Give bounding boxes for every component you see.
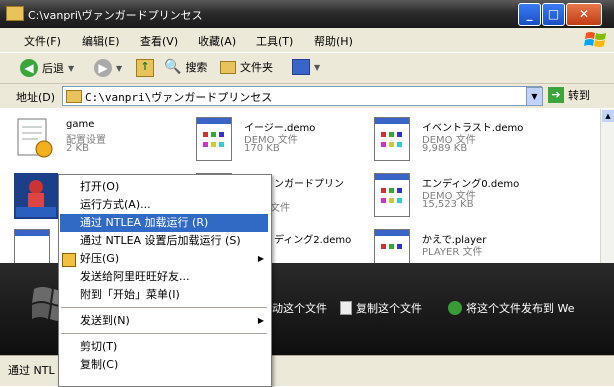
folder-icon	[66, 90, 82, 103]
menu-help[interactable]: 帮助(H)	[314, 33, 353, 49]
go-button[interactable]: ➔ 转到	[548, 87, 590, 103]
file-type: 文件	[270, 203, 290, 214]
game-exe-icon	[14, 173, 58, 219]
menu-tools[interactable]: 工具(T)	[256, 33, 293, 49]
menu-edit[interactable]: 编辑(E)	[82, 33, 120, 49]
address-value: C:\vanpri\ヴァンガードプリンセス	[85, 91, 273, 104]
close-button[interactable]: ✕	[566, 3, 602, 26]
minimize-button[interactable]: _	[518, 3, 541, 26]
menu-item-label: 剪切(T)	[80, 340, 118, 353]
file-name: ディング2.demo	[274, 235, 352, 246]
window-title: C:\vanpri\ヴァンガードプリンセス	[28, 9, 203, 22]
menu-item-copy[interactable]: 复制(C)	[60, 356, 268, 374]
back-label: 后退	[42, 62, 64, 75]
menu-item-label: 通过 NTLEA 加载运行 (R)	[80, 216, 209, 229]
task-copy-file[interactable]: 复制这个文件	[340, 300, 422, 316]
go-label: 转到	[568, 89, 590, 102]
menu-item-label: 通过 NTLEA 设置后加载运行 (S)	[80, 234, 241, 247]
copy-icon	[340, 301, 352, 315]
chevron-down-icon: ▼	[314, 62, 321, 72]
file-size: 9,989 KB	[422, 143, 468, 154]
demo-file-icon	[196, 117, 232, 161]
menu-item-send-to[interactable]: 发送到(N) ▶	[60, 312, 268, 330]
menu-item-ntlea-settings[interactable]: 通过 NTLEA 设置后加载运行 (S)	[60, 232, 268, 250]
menu-item-send-aliwangwang[interactable]: 发送给阿里旺旺好友...	[60, 268, 268, 286]
menu-item-label: 发送到(N)	[80, 314, 130, 327]
back-button[interactable]: ◀ 后退 ▼	[20, 59, 74, 77]
scroll-up-icon[interactable]: ▲	[602, 110, 614, 122]
go-arrow-icon: ➔	[548, 87, 564, 103]
address-dropdown-button[interactable]: ▼	[526, 87, 543, 106]
task-copy-label: 复制这个文件	[356, 302, 422, 315]
search-label: 搜索	[185, 61, 208, 74]
menu-item-label: 发送给阿里旺旺好友...	[80, 270, 190, 283]
globe-icon	[448, 301, 462, 315]
menu-separator	[61, 307, 267, 308]
file-name: ンガードプリン	[274, 179, 344, 190]
windows-logo-icon	[584, 32, 606, 47]
menu-item-label: 打开(O)	[80, 180, 120, 193]
file-type: PLAYER 文件	[422, 247, 483, 258]
forward-button[interactable]: ▶ ▼	[94, 59, 122, 77]
views-icon	[292, 59, 310, 75]
menu-file[interactable]: 文件(F)	[24, 33, 61, 49]
menu-view[interactable]: 查看(V)	[140, 33, 178, 49]
task-publish-file[interactable]: 将这个文件发布到 We	[448, 300, 575, 316]
task-move-file[interactable]: 动这个文件	[272, 300, 327, 316]
haozip-icon	[62, 253, 76, 267]
search-button[interactable]: 🔍 搜索	[164, 59, 207, 75]
submenu-arrow-icon: ▶	[257, 316, 264, 325]
folder-icon	[220, 60, 236, 74]
up-folder-button[interactable]: ↑	[136, 59, 154, 77]
address-label: 地址(D)	[16, 91, 56, 104]
file-size: 170 KB	[244, 143, 280, 154]
submenu-arrow-icon: ▶	[257, 254, 264, 263]
menu-separator	[61, 333, 267, 334]
demo-file-icon	[374, 117, 410, 161]
menu-item-label: 运行方式(A)...	[80, 198, 151, 211]
task-move-label: 动这个文件	[272, 302, 327, 315]
demo-file-icon	[374, 173, 410, 217]
title-bar: C:\vanpri\ヴァンガードプリンセス _ □ ✕	[0, 0, 614, 28]
maximize-button[interactable]: □	[542, 3, 565, 26]
address-bar: 地址(D) C:\vanpri\ヴァンガードプリンセス ▼ ➔ 转到	[0, 84, 614, 108]
menu-item-haozip[interactable]: 好压(G) ▶	[60, 250, 268, 268]
menu-item-label: 复制(C)	[80, 358, 119, 371]
menu-item-open[interactable]: 打开(O)	[60, 178, 268, 196]
views-button[interactable]: ▼	[292, 59, 320, 75]
folders-button[interactable]: 文件夹	[220, 59, 273, 75]
back-arrow-icon: ◀	[20, 59, 38, 77]
forward-arrow-icon: ▶	[94, 59, 112, 77]
config-file-icon	[17, 118, 53, 158]
status-text: 通过 NTL	[8, 364, 55, 377]
file-name: game	[66, 119, 95, 130]
menu-item-pin-start[interactable]: 附到「开始」菜单(I)	[60, 286, 268, 304]
folder-icon	[6, 6, 24, 21]
menu-favorites[interactable]: 收藏(A)	[198, 33, 236, 49]
up-folder-icon: ↑	[136, 59, 154, 77]
menu-item-cut[interactable]: 剪切(T)	[60, 338, 268, 356]
context-menu: 打开(O) 运行方式(A)... 通过 NTLEA 加载运行 (R) 通过 NT…	[58, 174, 272, 387]
chevron-down-icon: ▼	[116, 63, 123, 73]
task-publish-label: 将这个文件发布到 We	[466, 302, 575, 315]
menu-item-label: 好压(G)	[80, 252, 120, 265]
chevron-down-icon: ▼	[68, 63, 75, 73]
file-size: 2 KB	[66, 143, 89, 154]
menu-item-label: 附到「开始」菜单(I)	[80, 288, 180, 301]
address-input[interactable]: C:\vanpri\ヴァンガードプリンセス	[62, 86, 542, 106]
menu-item-run-as[interactable]: 运行方式(A)...	[60, 196, 268, 214]
file-size: 15,523 KB	[422, 199, 474, 210]
toolbar: ◀ 后退 ▼ ▶ ▼ ↑ 🔍 搜索 文件夹 ▼	[0, 53, 614, 84]
menu-item-ntlea-run[interactable]: 通过 NTLEA 加载运行 (R)	[60, 214, 268, 232]
folders-label: 文件夹	[240, 61, 273, 74]
menu-bar: 文件(F) 编辑(E) 查看(V) 收藏(A) 工具(T) 帮助(H)	[0, 28, 614, 53]
search-icon: 🔍	[164, 59, 182, 75]
